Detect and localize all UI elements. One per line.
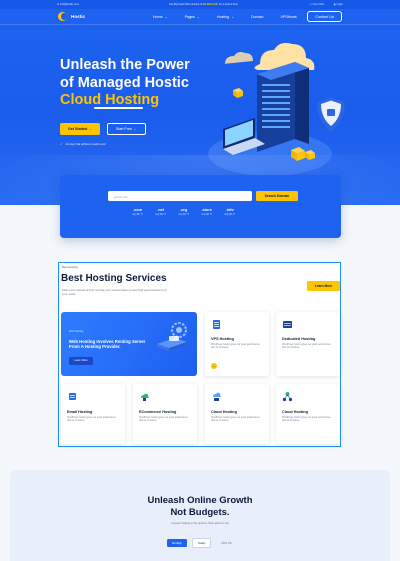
live-chat-link[interactable]: ▢ Live Chat xyxy=(309,3,323,6)
chevron-down-icon: ⌄ xyxy=(231,14,235,19)
user-icon: ◉ xyxy=(333,3,336,6)
hosting-services-section: Best Hosting Best Hosting Services Selec… xyxy=(58,262,341,447)
pricing-subtitle: Forever hosting in the options, think ab… xyxy=(171,522,229,525)
start-free-button[interactable]: Start Free → xyxy=(106,123,146,135)
service-card-email[interactable]: Email Hosting WordPress hosting gives ou… xyxy=(61,384,125,444)
nav-item-hosting[interactable]: Hosting ⌄ xyxy=(217,15,234,19)
email-server-icon xyxy=(69,393,76,400)
tld-item[interactable]: .store only $6.77 xyxy=(201,208,212,216)
topbar-email[interactable]: info@hostic.com xyxy=(60,3,79,6)
network-icon xyxy=(282,392,293,402)
pricing-section: Unleash Online Growth Not Budgets. Forev… xyxy=(10,470,390,561)
domain-search-input[interactable]: gmbb.com xyxy=(108,191,252,201)
tld-list: .com only $6.77 .net only $6.77 .org only $… xyxy=(132,208,235,216)
server-icon xyxy=(213,320,220,329)
nav-menu: Home ⌄ Pages ⌄ Hosting ⌄ Domain VPSHosts xyxy=(153,15,297,19)
cloud-server-illustration xyxy=(208,42,345,176)
trial-note: ✓ 14 day trial without credit card xyxy=(60,142,106,146)
learn-more-button[interactable]: Learn More xyxy=(307,281,340,291)
tld-item[interactable]: .net only $6.77 xyxy=(155,208,166,216)
check-icon: ✓ xyxy=(60,142,63,146)
section-tag: Best Hosting xyxy=(62,265,78,269)
logo-mark-icon xyxy=(58,12,67,21)
billing-toggle: Monthly Yearly 20% Off xyxy=(167,538,237,548)
discount-badge: 20% Off xyxy=(221,541,232,545)
contact-us-button[interactable]: Contact Us xyxy=(307,11,342,22)
search-domain-button[interactable]: Search Domain xyxy=(256,191,298,201)
ecommerce-cloud-icon xyxy=(141,393,149,401)
nav-item-vpshosts[interactable]: VPSHosts xyxy=(280,15,296,19)
web-hosting-feature-card[interactable]: Web Hosting Web Hosting Involves Renting… xyxy=(61,312,197,376)
hero-buttons: Get Started → Start Free → xyxy=(60,123,146,135)
hero-title: Unleash the Power of Managed Hostic Clou… xyxy=(60,57,190,109)
toggle-yearly[interactable]: Yearly xyxy=(191,538,212,548)
service-card-cloud[interactable]: Cloud Hosting WordPress hosting gives ou… xyxy=(205,384,269,444)
service-card-vps[interactable]: VPS Hosting WordPress hosting gives our … xyxy=(205,312,269,376)
get-started-button[interactable]: Get Started → xyxy=(60,123,100,135)
service-card-dedicated[interactable]: Dedicated Hosting WordPress hosting give… xyxy=(276,312,340,376)
nav-item-home[interactable]: Home ⌄ xyxy=(153,15,168,19)
nav-item-domain[interactable]: Domain xyxy=(251,15,263,19)
feature-learn-more-button[interactable]: Learn More xyxy=(69,357,93,365)
arrow-right-icon[interactable]: → xyxy=(211,363,217,369)
tld-item[interactable]: .org only $6.77 xyxy=(178,208,189,216)
cloud-server-icon xyxy=(213,392,221,401)
domain-search-card: gmbb.com Search Domain .com only $6.77 .n… xyxy=(60,175,341,238)
tld-item[interactable]: .info only $6.77 xyxy=(224,208,235,216)
gear-cloud-icon xyxy=(157,322,187,351)
chevron-down-icon: ⌄ xyxy=(164,14,168,19)
login-link[interactable]: ◉ Login xyxy=(334,3,343,6)
topbar-promo: Get Big Deal Web Hosting at $2.99/month … xyxy=(169,3,238,6)
section-title: Best Hosting Services xyxy=(61,273,167,284)
section-description: Select your website and do not hate your… xyxy=(62,289,167,296)
main-nav: Hostic Home ⌄ Pages ⌄ Hosting ⌄ Domain VPSH… xyxy=(0,9,400,25)
chevron-down-icon: ⌄ xyxy=(196,14,200,19)
chat-icon: ▢ xyxy=(309,3,312,6)
arrow-right-icon: → xyxy=(88,126,92,131)
brand-logo[interactable]: Hostic xyxy=(58,12,85,21)
nav-item-pages[interactable]: Pages ⌄ xyxy=(185,15,200,19)
pricing-title: Unleash Online Growth Not Budgets. xyxy=(147,495,253,518)
dedicated-server-icon xyxy=(283,321,292,328)
arrow-right-icon: → xyxy=(132,127,137,131)
service-card-ecommerce[interactable]: ECommerce Hosting WordPress hosting give… xyxy=(133,384,197,444)
toggle-monthly[interactable]: Monthly xyxy=(167,539,187,547)
tld-item[interactable]: .com only $6.77 xyxy=(132,208,143,216)
service-card-cloud-2[interactable]: Cloud Hosting WordPress hosting gives ou… xyxy=(276,384,340,444)
top-bar: ✉ info@hostic.com Get Big Deal Web Hosti… xyxy=(0,0,400,9)
